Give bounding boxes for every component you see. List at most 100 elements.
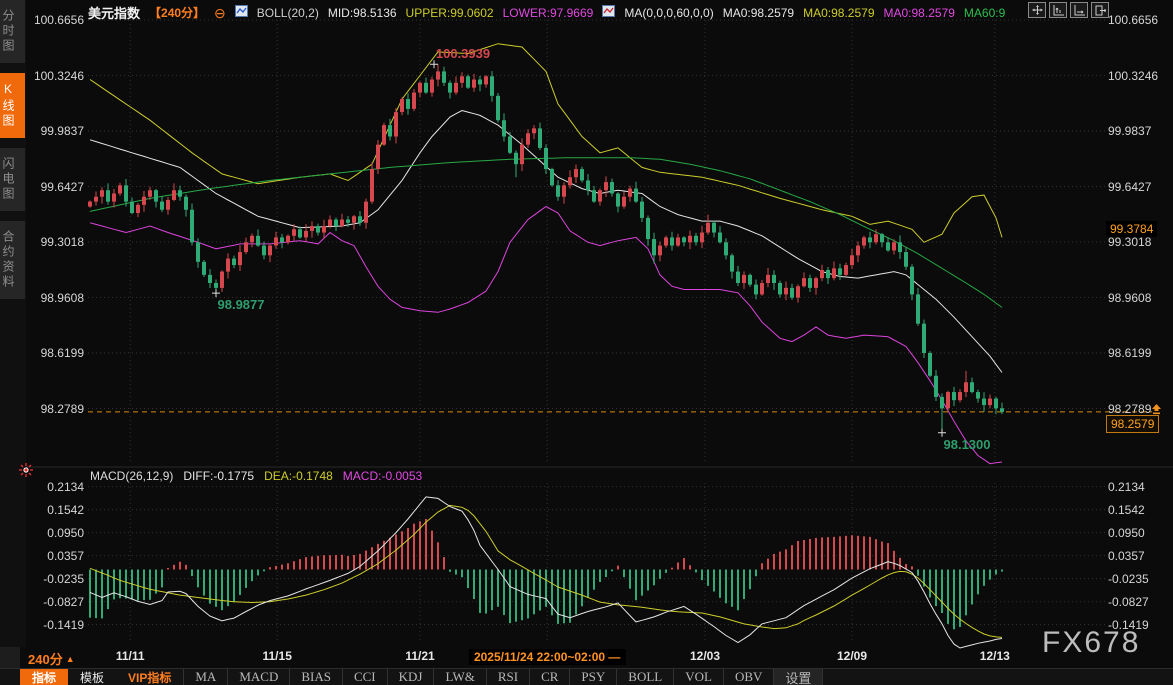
ma0-value-3: MA0:98.2579 xyxy=(884,6,955,20)
indicator-toolbar: 指标模板VIP指标MAMACDBIASCCIKDJLW&RSICRPSYBOLL… xyxy=(0,668,1173,685)
indicator-button-OBV[interactable]: OBV xyxy=(723,669,773,685)
date-label: 11/21 xyxy=(405,649,434,663)
scale-vertical-icon[interactable] xyxy=(1049,2,1067,18)
date-label: 12/13 xyxy=(980,649,1010,663)
indicator-icon[interactable] xyxy=(602,5,615,20)
price-axis-label: 98.6199 xyxy=(24,346,84,360)
indicator-button-CR[interactable]: CR xyxy=(529,669,569,685)
move-icon[interactable] xyxy=(1028,2,1046,18)
x-axis: 240分▲ 11/11 11/15 11/21 2025/11/24 22:00~02… xyxy=(0,646,1173,668)
trading-terminal: 美元指数 【240分】 ⊖ BOLL(20,2) MID:98.5136 UPP… xyxy=(0,0,1173,685)
price-axis-label: 99.9837 xyxy=(24,124,84,138)
ma60-line xyxy=(90,158,1002,308)
toolbar-tab-指标[interactable]: 指标 xyxy=(20,669,68,685)
chevron-up-icon: ▲ xyxy=(66,654,75,664)
boll-upper-value: UPPER:99.0602 xyxy=(406,6,494,20)
price-axis-label: 98.9608 xyxy=(1108,291,1170,305)
macd-header: MACD(26,12,9) DIFF:-0.1775 DEA:-0.1748 M… xyxy=(90,469,422,483)
indicator-button-KDJ[interactable]: KDJ xyxy=(387,669,434,685)
price-annotation: 98.9877 xyxy=(218,297,265,312)
annotation-markers xyxy=(212,60,946,436)
indicator-button-VOL[interactable]: VOL xyxy=(673,669,723,685)
last-price-badge: 98.2579 xyxy=(1106,415,1159,433)
ma0-value-2: MA0:98.2579 xyxy=(803,6,874,20)
macd-axis-label: 0.2134 xyxy=(24,480,84,494)
sidebar: 分时图 K线图闪电图合约资料 xyxy=(0,0,26,647)
zoom-out-icon[interactable]: ⊖ xyxy=(214,8,226,18)
price-axis-label: 100.3246 xyxy=(1108,69,1170,83)
toolbar-tab-模板[interactable]: 模板 xyxy=(68,669,116,685)
indicator-button-LW&[interactable]: LW& xyxy=(433,669,485,685)
boll-label: BOLL(20,2) xyxy=(257,6,319,20)
indicator-button-MA[interactable]: MA xyxy=(183,669,227,685)
price-axis-label: 98.6199 xyxy=(1108,346,1170,360)
price-axis-label: 100.6656 xyxy=(24,13,84,27)
alert-icon[interactable] xyxy=(19,463,33,482)
macd-label: MACD(26,12,9) xyxy=(90,469,173,483)
date-label: 12/03 xyxy=(690,649,720,663)
macd-diff-value: DIFF:-0.1775 xyxy=(183,469,254,483)
macd-axis-label: 0.0357 xyxy=(24,549,84,563)
price-axis-label: 98.2789 xyxy=(24,402,84,416)
macd-histogram xyxy=(90,519,1002,629)
indicator-button-BIAS[interactable]: BIAS xyxy=(289,669,342,685)
symbol-title: 美元指数 xyxy=(88,3,140,22)
ma-label: MA(0,0,0,60,0,0) xyxy=(624,6,713,20)
candlestick-series xyxy=(88,64,1004,432)
sidebar-tab-time-chart[interactable]: 分时图 xyxy=(0,0,25,63)
price-axis-label: 99.3018 xyxy=(24,235,84,249)
macd-axis-label: -0.0235 xyxy=(24,572,84,586)
price-axis-label: 99.3018 xyxy=(1108,235,1170,249)
price-axis-label: 100.6656 xyxy=(1108,13,1170,27)
date-label: 12/09 xyxy=(837,649,867,663)
price-axis-label: 99.9837 xyxy=(1108,124,1170,138)
date-label: 2025/11/24 22:00~02:00 — xyxy=(469,649,625,665)
macd-dea-value: DEA:-0.1748 xyxy=(264,469,333,483)
toolbar-tab-VIP指标[interactable]: VIP指标 xyxy=(116,669,183,685)
price-annotation: 100.3939 xyxy=(436,46,490,61)
macd-axis-label: 0.0357 xyxy=(1108,549,1170,563)
boll-lower-value: LOWER:97.9669 xyxy=(503,6,594,20)
price-axis-label: 99.6427 xyxy=(24,180,84,194)
price-annotation: 98.1300 xyxy=(944,437,991,452)
indicator-button-设置[interactable]: 设置 xyxy=(773,669,823,685)
indicator-button-BOLL[interactable]: BOLL xyxy=(616,669,673,685)
gridlines xyxy=(26,20,1173,641)
macd-axis-label: 0.2134 xyxy=(1108,480,1170,494)
price-axis-label: 100.3246 xyxy=(24,69,84,83)
overlay-lines xyxy=(90,44,1002,464)
high-marker-badge: 99.3784 xyxy=(1106,221,1157,237)
macd-axis-label: -0.1419 xyxy=(24,618,84,632)
boll-mid-value: MID:98.5136 xyxy=(328,6,397,20)
date-label: 11/15 xyxy=(263,649,292,663)
macd-axis-label: 0.1542 xyxy=(1108,503,1170,517)
macd-axis-label: 0.0950 xyxy=(24,526,84,540)
indicator-button-PSY[interactable]: PSY xyxy=(569,669,616,685)
watermark: FX678 xyxy=(1042,626,1140,660)
ma0-value-1: MA0:98.2579 xyxy=(723,6,794,20)
sidebar-tab-flash-chart[interactable]: 闪电图 xyxy=(0,148,25,211)
chart-header: 美元指数 【240分】 ⊖ BOLL(20,2) MID:98.5136 UPP… xyxy=(88,3,1005,22)
macd-axis-label: 0.0950 xyxy=(1108,526,1170,540)
popout-icon[interactable] xyxy=(1091,2,1109,18)
macd-axis-label: -0.0827 xyxy=(24,595,84,609)
indicator-button-MACD[interactable]: MACD xyxy=(227,669,289,685)
ma60-value: MA60:9 xyxy=(964,6,1005,20)
scale-horizontal-icon[interactable] xyxy=(1070,2,1088,18)
boll-upper-line xyxy=(90,44,1002,243)
indicator-icon[interactable] xyxy=(235,5,248,20)
macd-axis-label: 0.1542 xyxy=(24,503,84,517)
macd-macd-value: MACD:-0.0053 xyxy=(343,469,422,483)
sidebar-tab-contract-info[interactable]: 合约资料 xyxy=(0,221,25,299)
period-selector[interactable]: 240分▲ xyxy=(28,649,75,668)
period-badge: 【240分】 xyxy=(149,4,205,21)
window-controls xyxy=(1028,2,1109,18)
indicator-button-RSI[interactable]: RSI xyxy=(486,669,529,685)
macd-axis-label: -0.0235 xyxy=(1108,572,1170,586)
price-axis-label: 99.6427 xyxy=(1108,180,1170,194)
indicator-button-CCI[interactable]: CCI xyxy=(342,669,387,685)
chart-canvas xyxy=(0,0,1173,685)
sidebar-tab-kline-chart[interactable]: K线图 xyxy=(0,73,25,138)
price-axis-label: 98.9608 xyxy=(24,291,84,305)
date-label: 11/11 xyxy=(116,649,145,663)
